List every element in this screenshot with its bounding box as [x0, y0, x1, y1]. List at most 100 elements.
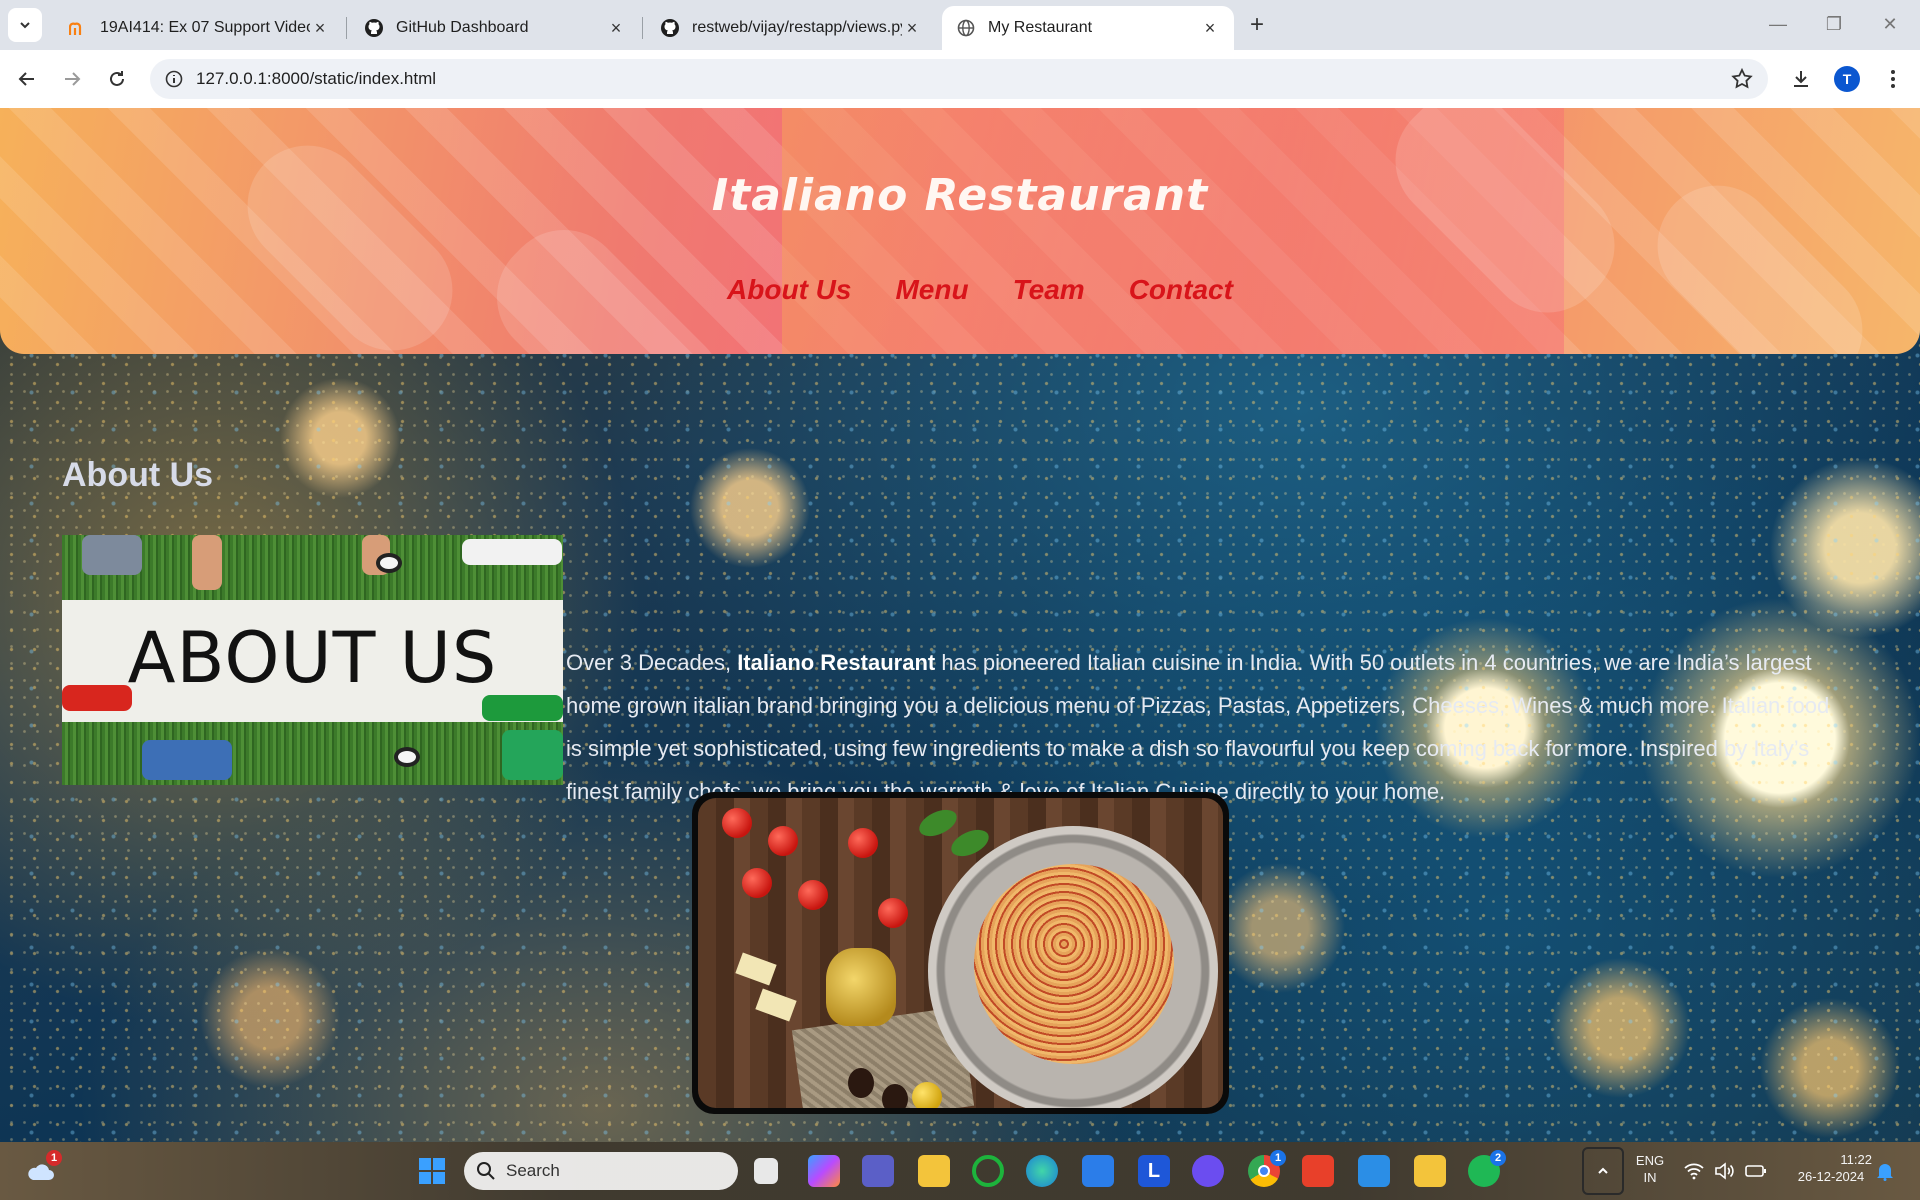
nav-link-menu[interactable]: Menu: [895, 274, 968, 306]
windows-icon: [419, 1158, 445, 1184]
wifi-indicator[interactable]: [1682, 1155, 1706, 1187]
close-icon[interactable]: ×: [310, 18, 330, 38]
tab-title: 19AI414: Ex 07 Support Video |: [100, 19, 310, 36]
start-button[interactable]: [416, 1155, 448, 1187]
search-placeholder: Search: [506, 1161, 560, 1180]
cheese-shape: [735, 952, 777, 986]
close-window-button[interactable]: ✕: [1870, 6, 1910, 42]
volume-indicator[interactable]: [1713, 1155, 1737, 1187]
wifi-icon: [1684, 1163, 1704, 1180]
clock-time: 11:22: [1840, 1152, 1872, 1167]
task-view-button[interactable]: [754, 1158, 778, 1184]
taskbar-search[interactable]: Search: [464, 1152, 738, 1190]
chevron-up-icon: [1598, 1167, 1608, 1174]
profile-button[interactable]: T: [1830, 62, 1864, 96]
github-icon: [364, 18, 384, 38]
close-icon: ✕: [1882, 13, 1898, 34]
tomato-shape: [722, 808, 752, 838]
arrow-right-icon: [65, 72, 81, 86]
arrow-left-icon: [18, 72, 34, 86]
folder-app-button[interactable]: [1414, 1155, 1446, 1187]
nav-link-team[interactable]: Team: [1013, 274, 1085, 306]
back-button[interactable]: [10, 62, 44, 96]
l-app-button[interactable]: L: [1138, 1155, 1170, 1187]
more-vert-icon: [1891, 70, 1895, 88]
clock[interactable]: 11:22 26-12-2024: [1786, 1151, 1876, 1185]
restore-icon: ❐: [1825, 13, 1843, 34]
minimize-icon: —: [1769, 13, 1787, 34]
show-hidden-icons-button[interactable]: [1582, 1147, 1624, 1195]
about-banner-text: ABOUT US: [127, 617, 498, 699]
github-icon: [660, 18, 680, 38]
nav-link-about-us[interactable]: About Us: [727, 274, 851, 306]
downloads-button[interactable]: [1784, 62, 1818, 96]
basil-leaf: [915, 804, 961, 842]
site-info-icon[interactable]: [154, 59, 194, 99]
copilot-button[interactable]: [808, 1155, 840, 1187]
bookmark-star-icon[interactable]: [1730, 67, 1754, 91]
tab-separator: [642, 17, 643, 39]
teams-button[interactable]: [862, 1155, 894, 1187]
tab-strip: 19AI414: Ex 07 Support Video | × GitHub …: [0, 0, 1920, 50]
tab-title: restweb/vijay/restapp/views.py: [692, 19, 902, 36]
weather-widget[interactable]: 1: [24, 1150, 62, 1187]
globe-icon: [956, 18, 976, 38]
olive-shape: [848, 1068, 874, 1098]
bell-icon: [1877, 1164, 1893, 1181]
app-button[interactable]: [1192, 1155, 1224, 1187]
vscode-button[interactable]: [1358, 1155, 1390, 1187]
tab-github-views[interactable]: restweb/vijay/restapp/views.py ×: [646, 6, 936, 50]
site-header: Italiano Restaurant About Us Menu Team C…: [0, 108, 1920, 354]
weather-badge: 1: [46, 1150, 62, 1166]
new-tab-button[interactable]: +: [1240, 10, 1274, 40]
language-code: ENG: [1635, 1153, 1665, 1168]
tomato-shape: [848, 828, 878, 858]
chrome-button[interactable]: 1: [1248, 1150, 1286, 1187]
browser-menu-button[interactable]: [1876, 62, 1910, 96]
l-app-icon: L: [1147, 1159, 1161, 1182]
notifications-button[interactable]: [1870, 1155, 1900, 1187]
minimize-button[interactable]: —: [1758, 6, 1798, 42]
whatsapp-button[interactable]: 2: [1468, 1150, 1506, 1187]
olive-oil-shape: [826, 948, 896, 1026]
tomato-shape: [798, 880, 828, 910]
arm-shape: [462, 539, 562, 565]
arm-shape: [142, 740, 232, 780]
tab-github-dashboard[interactable]: GitHub Dashboard ×: [350, 6, 640, 50]
address-bar[interactable]: 127.0.0.1:8000/static/index.html: [150, 59, 1768, 99]
arm-shape: [192, 535, 222, 590]
forward-button[interactable]: [55, 62, 89, 96]
yellow-tomato-shape: [912, 1082, 942, 1108]
cheese-shape: [755, 988, 797, 1022]
close-icon[interactable]: ×: [606, 18, 626, 38]
battery-indicator[interactable]: [1744, 1155, 1768, 1187]
taskbar: 1 Search L 1 2 ENG IN 11:22 26-12-2024: [0, 1142, 1920, 1200]
arm-shape: [482, 695, 563, 721]
tomato-shape: [768, 826, 798, 856]
battery-icon: [1745, 1165, 1766, 1177]
refresh-app-button[interactable]: [972, 1155, 1004, 1187]
tab-moodle[interactable]: 19AI414: Ex 07 Support Video | ×: [54, 6, 344, 50]
plus-icon: +: [1249, 11, 1264, 38]
file-explorer-button[interactable]: [918, 1155, 950, 1187]
browser-toolbar: 127.0.0.1:8000/static/index.html T: [0, 50, 1920, 108]
restore-button[interactable]: ❐: [1814, 6, 1854, 42]
page-viewport: Italiano Restaurant About Us Menu Team C…: [0, 108, 1920, 1142]
brave-button[interactable]: [1302, 1155, 1334, 1187]
close-icon[interactable]: ×: [902, 18, 922, 38]
tab-my-restaurant[interactable]: My Restaurant ×: [942, 6, 1234, 50]
reload-button[interactable]: [100, 62, 134, 96]
tab-search-button[interactable]: [8, 8, 42, 42]
olive-shape: [882, 1084, 908, 1108]
speaker-icon: [1715, 1162, 1734, 1180]
arm-shape: [62, 685, 132, 711]
close-icon[interactable]: ×: [1200, 18, 1220, 38]
nav-link-contact[interactable]: Contact: [1129, 274, 1233, 306]
arm-shape: [502, 730, 563, 780]
store-button[interactable]: [1082, 1155, 1114, 1187]
pasta-image: [698, 798, 1223, 1108]
language-indicator[interactable]: ENG IN: [1630, 1152, 1670, 1186]
edge-button[interactable]: [1026, 1155, 1058, 1187]
region-code: IN: [1643, 1170, 1657, 1185]
download-icon: [1794, 71, 1808, 87]
